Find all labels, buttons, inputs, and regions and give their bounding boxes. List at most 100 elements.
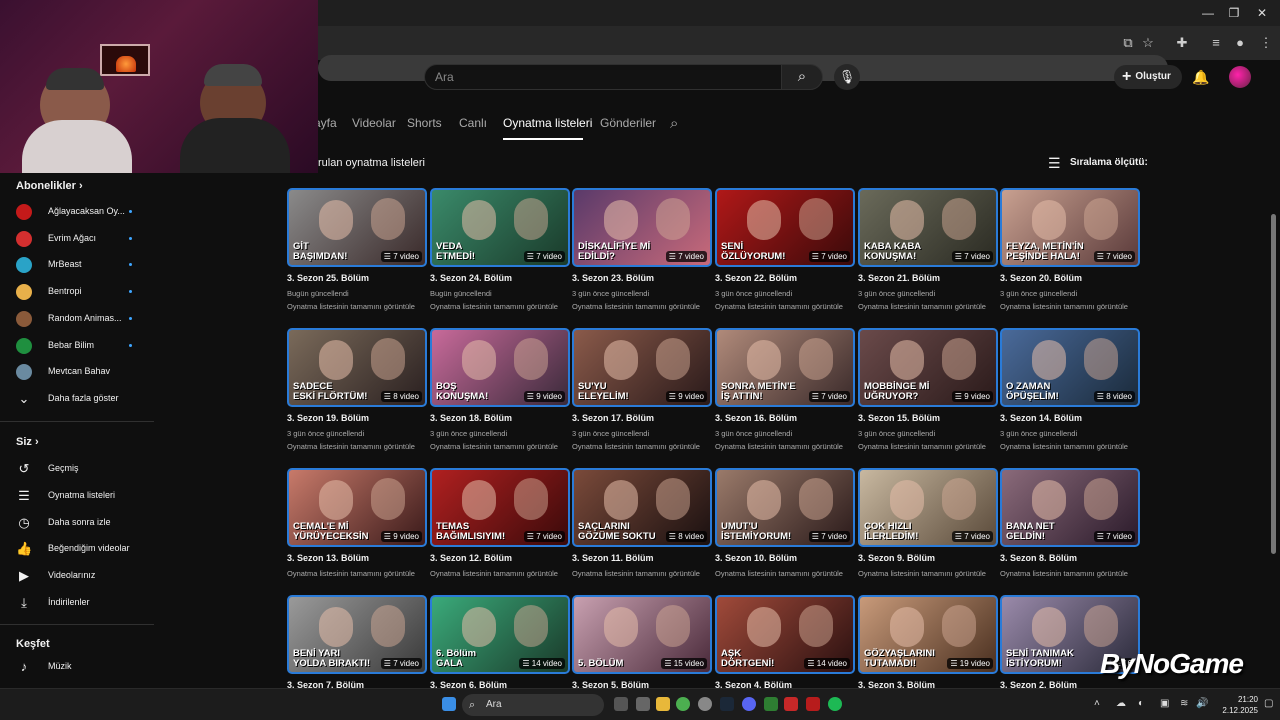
taskbar-search[interactable]: ⌕ Ara <box>462 694 604 716</box>
playlist-title[interactable]: 3. Sezon 8. Bölüm <box>1000 553 1077 563</box>
create-button[interactable]: + Oluştur <box>1114 65 1182 89</box>
show-more-button[interactable]: ⌄ Daha fazla göster <box>0 386 154 412</box>
playlist-title[interactable]: 3. Sezon 15. Bölüm <box>858 413 940 423</box>
playlist-thumbnail[interactable]: DİSKALİFİYE Mİ EDİLDİ? ☰ 7 video <box>572 188 712 267</box>
playlist-thumbnail[interactable]: GİT BAŞIMDAN! ☰ 7 video <box>287 188 427 267</box>
subscription-item[interactable]: Mevtcan Bahav <box>0 359 154 385</box>
playlist-title[interactable]: 3. Sezon 20. Bölüm <box>1000 273 1082 283</box>
view-full-playlist-link[interactable]: Oynatma listesinin tamamını görüntüle <box>430 569 558 578</box>
extensions-icon[interactable]: ✚ <box>1172 33 1192 53</box>
playlist-thumbnail[interactable]: VEDA ETMEDİ! ☰ 7 video <box>430 188 570 267</box>
tab-live[interactable]: Canlı <box>459 116 487 130</box>
subscription-item[interactable]: Random Animas... <box>0 306 154 332</box>
app-icon[interactable] <box>806 697 820 711</box>
playlist-title[interactable]: 3. Sezon 21. Bölüm <box>858 273 940 283</box>
playlist-thumbnail[interactable]: O ZAMAN ÖPÜŞELİM! ☰ 8 video <box>1000 328 1140 407</box>
playlist-title[interactable]: 3. Sezon 16. Bölüm <box>715 413 797 423</box>
playlist-title[interactable]: 3. Sezon 10. Bölüm <box>715 553 797 563</box>
tab-shorts[interactable]: Shorts <box>407 116 442 130</box>
you-heading[interactable]: Siz › <box>16 436 39 448</box>
search-button[interactable]: ⌕ <box>781 64 823 90</box>
playlist-title[interactable]: 3. Sezon 22. Bölüm <box>715 273 797 283</box>
playlist-thumbnail[interactable]: CEMAL'E Mİ YÜRÜYECEKSİN ☰ 9 video <box>287 468 427 547</box>
app-icon[interactable] <box>784 697 798 711</box>
sidebar-item[interactable]: ⤓ İndirilenler <box>0 590 154 616</box>
widgets-icon[interactable] <box>636 697 650 711</box>
tab-playlists[interactable]: Oynatma listeleri <box>503 116 592 130</box>
view-full-playlist-link[interactable]: Oynatma listesinin tamamını görüntüle <box>1000 569 1128 578</box>
playlist-title[interactable]: 3. Sezon 19. Bölüm <box>287 413 369 423</box>
tab-posts[interactable]: Gönderiler <box>600 116 656 130</box>
sort-icon[interactable]: ☰ <box>1048 155 1061 172</box>
playlist-thumbnail[interactable]: SAÇLARINI GÖZÜME SOKTU ☰ 8 video <box>572 468 712 547</box>
view-full-playlist-link[interactable]: Oynatma listesinin tamamını görüntüle <box>287 442 415 451</box>
install-app-icon[interactable]: ⧉ <box>1118 33 1138 53</box>
subscription-item[interactable]: MrBeast <box>0 252 154 278</box>
playlist-thumbnail[interactable]: GÖZYAŞLARINI TUTAMADI! ☰ 19 video <box>858 595 998 674</box>
sidebar-item[interactable]: 👍 Beğendiğim videolar <box>0 536 154 562</box>
spotify-icon[interactable] <box>828 697 842 711</box>
playlist-title[interactable]: 3. Sezon 24. Bölüm <box>430 273 512 283</box>
playlist-title[interactable]: 3. Sezon 12. Bölüm <box>430 553 512 563</box>
sort-button[interactable]: Sıralama ölçütü: <box>1070 157 1148 168</box>
playlist-thumbnail[interactable]: BOŞ KONUŞMA! ☰ 9 video <box>430 328 570 407</box>
view-full-playlist-link[interactable]: Oynatma listesinin tamamını görüntüle <box>715 442 843 451</box>
playlist-thumbnail[interactable]: SU'YU ELEYELİM! ☰ 9 video <box>572 328 712 407</box>
subscriptions-heading[interactable]: Abonelikler › <box>16 180 83 192</box>
playlist-thumbnail[interactable]: FEYZA, METİN'İN PEŞİNDE HALA! ☰ 7 video <box>1000 188 1140 267</box>
playlist-thumbnail[interactable]: BENİ YARI YOLDA BIRAKTI! ☰ 7 video <box>287 595 427 674</box>
playlist-title[interactable]: 3. Sezon 23. Bölüm <box>572 273 654 283</box>
reading-list-icon[interactable]: ≡ <box>1206 33 1226 53</box>
discord-icon[interactable] <box>742 697 756 711</box>
app-tray-icon[interactable]: ◐ <box>1138 698 1144 709</box>
playlist-thumbnail[interactable]: 5. BÖLÜM ☰ 15 video <box>572 595 712 674</box>
playlist-thumbnail[interactable]: SENİ ÖZLÜYORUM! ☰ 7 video <box>715 188 855 267</box>
playlist-thumbnail[interactable]: ÇOK HIZLI İLERLEDİM! ☰ 7 video <box>858 468 998 547</box>
view-full-playlist-link[interactable]: Oynatma listesinin tamamını görüntüle <box>572 302 700 311</box>
playlist-title[interactable]: 3. Sezon 14. Bölüm <box>1000 413 1082 423</box>
profile-avatar-icon[interactable]: ● <box>1230 33 1250 53</box>
view-full-playlist-link[interactable]: Oynatma listesinin tamamını görüntüle <box>430 442 558 451</box>
bookmark-star-icon[interactable]: ☆ <box>1138 33 1158 53</box>
subscription-item[interactable]: Evrim Ağacı <box>0 226 154 252</box>
clock[interactable]: 21:20 2.12.2025 <box>1222 694 1258 716</box>
search-input[interactable]: Ara <box>424 64 782 90</box>
obs-icon[interactable] <box>698 697 712 711</box>
playlist-title[interactable]: 3. Sezon 13. Bölüm <box>287 553 369 563</box>
account-avatar[interactable] <box>1229 66 1251 88</box>
view-full-playlist-link[interactable]: Oynatma listesinin tamamını görüntüle <box>430 302 558 311</box>
view-full-playlist-link[interactable]: Oynatma listesinin tamamını görüntüle <box>1000 442 1128 451</box>
close-button[interactable]: ✕ <box>1252 4 1272 22</box>
view-full-playlist-link[interactable]: Oynatma listesinin tamamını görüntüle <box>287 302 415 311</box>
minimize-button[interactable]: — <box>1198 4 1218 22</box>
playlist-thumbnail[interactable]: UMUT'U İSTEMİYORUM! ☰ 7 video <box>715 468 855 547</box>
playlist-thumbnail[interactable]: BANA NET GELDİN! ☰ 7 video <box>1000 468 1140 547</box>
sidebar-item[interactable]: ◷ Daha sonra izle <box>0 510 154 536</box>
view-full-playlist-link[interactable]: Oynatma listesinin tamamını görüntüle <box>858 569 986 578</box>
view-full-playlist-link[interactable]: Oynatma listesinin tamamını görüntüle <box>858 302 986 311</box>
app-tray-icon[interactable]: ▣ <box>1160 698 1169 709</box>
maximize-button[interactable]: ❐ <box>1224 4 1244 22</box>
playlist-thumbnail[interactable]: SADECE ESKİ FLÖRTÜM! ☰ 8 video <box>287 328 427 407</box>
playlist-title[interactable]: 3. Sezon 25. Bölüm <box>287 273 369 283</box>
playlist-thumbnail[interactable]: 6. Bölüm GALA ☰ 14 video <box>430 595 570 674</box>
playlist-thumbnail[interactable]: TEMAS BAĞIMLISIYIM! ☰ 7 video <box>430 468 570 547</box>
notification-icon[interactable]: ▢ <box>1264 698 1273 709</box>
playlist-title[interactable]: 3. Sezon 18. Bölüm <box>430 413 512 423</box>
scrollbar[interactable] <box>1271 214 1276 554</box>
file-explorer-icon[interactable] <box>656 697 670 711</box>
playlist-title[interactable]: 3. Sezon 11. Bölüm <box>572 553 654 563</box>
chrome-icon[interactable] <box>676 697 690 711</box>
playlist-thumbnail[interactable]: KABA KABA KONUŞMA! ☰ 7 video <box>858 188 998 267</box>
subscription-item[interactable]: Bebar Bilim <box>0 333 154 359</box>
start-icon[interactable] <box>442 697 456 711</box>
playlist-title[interactable]: 3. Sezon 9. Bölüm <box>858 553 935 563</box>
playlist-thumbnail[interactable]: AŞK DÖRTGENİ! ☰ 14 video <box>715 595 855 674</box>
view-full-playlist-link[interactable]: Oynatma listesinin tamamını görüntüle <box>572 442 700 451</box>
notifications-button[interactable]: 🔔 <box>1190 66 1212 88</box>
cloud-icon[interactable]: ☁ <box>1116 698 1126 709</box>
playlist-title[interactable]: 3. Sezon 17. Bölüm <box>572 413 654 423</box>
subscription-item[interactable]: Ağlayacaksan Oy... <box>0 199 154 225</box>
view-full-playlist-link[interactable]: Oynatma listesinin tamamını görüntüle <box>287 569 415 578</box>
view-full-playlist-link[interactable]: Oynatma listesinin tamamını görüntüle <box>1000 302 1128 311</box>
